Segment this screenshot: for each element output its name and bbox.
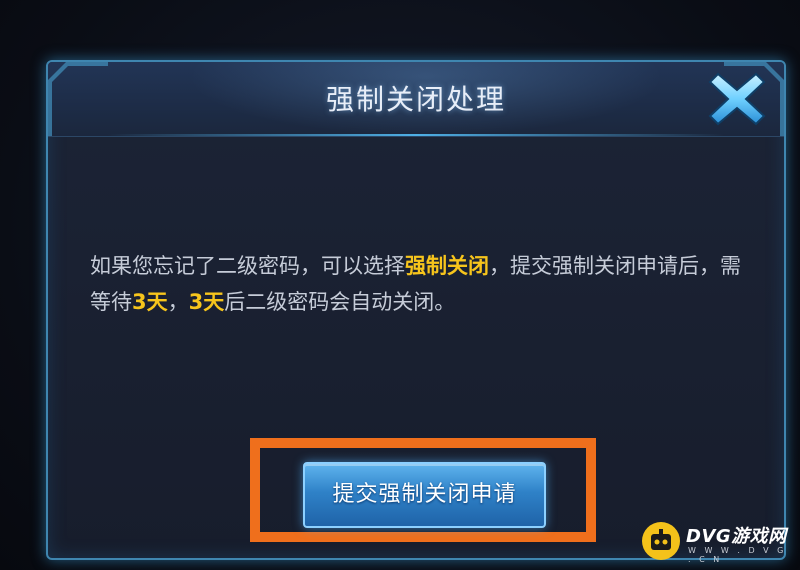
- dialog-title: 强制关闭处理: [325, 83, 506, 116]
- watermark-url: W W W . D V G . C N: [688, 546, 787, 564]
- close-x-icon: [708, 72, 766, 126]
- dialog-message: 如果您忘记了二级密码，可以选择强制关闭，提交强制关闭申请后，需等待3天，3天后二…: [90, 248, 750, 320]
- highlight-days: 3天: [188, 290, 225, 314]
- watermark-title: DVG游戏网: [686, 526, 787, 547]
- close-button[interactable]: [708, 70, 766, 128]
- game-screen: 强制关闭处理 如果您忘记了二级密码，可以选择强制关闭，提交强制关闭申请后，需等待…: [0, 0, 800, 570]
- message-text: 如果您忘记了二级密码，可以选择: [90, 254, 405, 278]
- submit-force-close-button[interactable]: 提交强制关闭申请: [303, 462, 546, 528]
- watermark: DVG游戏网 W W W . D V G . C N: [642, 520, 792, 564]
- watermark-logo-icon: [642, 522, 680, 560]
- header-divider: [108, 134, 724, 136]
- highlight-days: 3天: [132, 290, 168, 314]
- message-text: 后二级密码会自动关闭。: [224, 290, 456, 314]
- highlight-force-close: 强制关闭: [405, 254, 489, 278]
- message-text: ，: [167, 290, 189, 314]
- dialog-header: 强制关闭处理: [48, 62, 784, 137]
